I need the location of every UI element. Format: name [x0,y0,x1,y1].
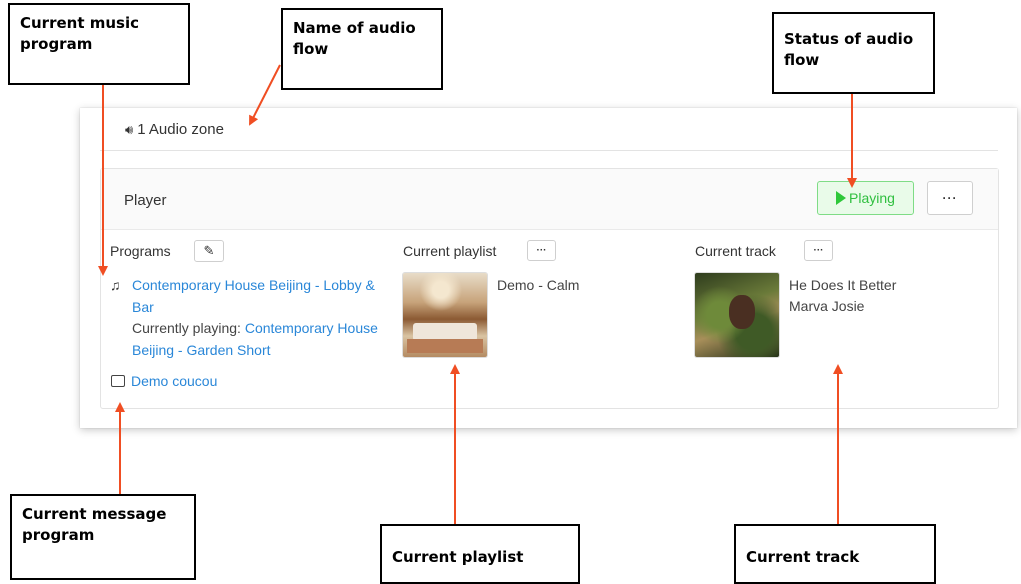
callout-current-music-program: Current music program [8,3,190,85]
callout-current-message-program: Current message program [10,494,196,580]
message-program-link[interactable]: Demo coucou [131,373,217,389]
playing-status-label: Playing [849,190,895,206]
playing-status-button[interactable]: Playing [817,181,914,215]
track-more-button[interactable]: ··· [804,240,833,261]
player-panel: Player Playing ··· Programs ✎ ♫ Contempo… [100,168,999,409]
zone-title: 🔊︎ 1 Audio zone [125,121,224,138]
track-cover-image[interactable] [695,273,779,357]
programs-info: ♫ Contemporary House Beijing - Lobby & B… [110,275,400,361]
player-more-button[interactable]: ··· [927,181,973,215]
player-title: Player [124,192,167,209]
callout-name-of-audio-flow: Name of audio flow [281,8,443,90]
playlist-name: Demo - Calm [497,277,580,293]
message-bubble-icon [111,375,125,387]
playlist-more-button[interactable]: ··· [527,240,556,261]
callout-status-of-audio-flow: Status of audio flow [772,12,935,94]
edit-icon: ✎ [203,243,215,258]
speaker-icon: 🔊︎ [125,121,134,137]
programs-label: Programs [110,243,171,259]
player-header: Player Playing ··· [101,169,998,230]
play-icon [836,191,847,205]
playlist-cover-image[interactable] [403,273,487,357]
music-note-icon: ♫ [110,277,121,293]
zone-title-text: 1 Audio zone [137,121,224,138]
music-program-link[interactable]: Contemporary House Beijing - Lobby & Bar [132,277,375,315]
edit-programs-button[interactable]: ✎ [194,240,224,262]
callout-current-track: Current track [734,524,936,584]
track-info: He Does It Better Marva Josie [789,275,896,317]
track-artist: Marva Josie [789,298,865,314]
track-title: He Does It Better [789,277,897,293]
message-program: Demo coucou [111,373,217,389]
zone-header [100,119,998,151]
audio-zone-card: 🔊︎ 1 Audio zone Player Playing ··· Progr… [80,108,1017,428]
current-playlist-label: Current playlist [403,243,497,259]
currently-playing-prefix: Currently playing: [132,320,245,336]
callout-current-playlist: Current playlist [380,524,580,584]
current-track-label: Current track [695,243,776,259]
